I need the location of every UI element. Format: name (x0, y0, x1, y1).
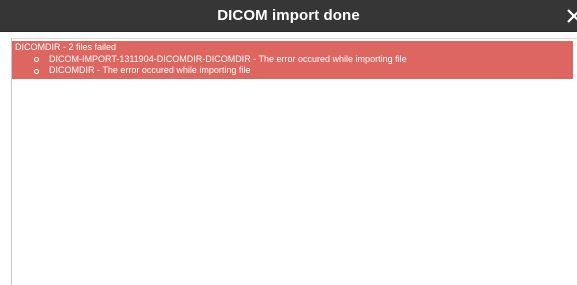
close-button[interactable] (565, 0, 577, 32)
error-summary: DICOMDIR - 2 files failed (15, 42, 117, 52)
list-item: DICOMDIR - The error occured while impor… (34, 65, 573, 77)
list-item: DICOM-IMPORT-1311904-DICOMDIR-DICOMDIR -… (34, 54, 573, 66)
dialog-title: DICOM import done (217, 7, 360, 24)
error-alert: DICOMDIR - 2 files failed DICOM-IMPORT-1… (12, 41, 573, 79)
bullet-icon (34, 68, 39, 74)
failed-file-text: DICOMDIR - The error occured while impor… (49, 65, 251, 75)
dialog-titlebar: DICOM import done (0, 0, 577, 32)
import-dialog: DICOM import done DICOMDIR - 2 files fai… (0, 0, 577, 285)
failed-file-text: DICOM-IMPORT-1311904-DICOMDIR-DICOMDIR -… (49, 53, 407, 64)
result-panel: DICOMDIR - 2 files failed DICOM-IMPORT-1… (11, 38, 577, 285)
failed-files-list: DICOM-IMPORT-1311904-DICOMDIR-DICOMDIR -… (15, 54, 573, 77)
close-icon (565, 0, 577, 32)
bullet-icon (34, 57, 39, 62)
